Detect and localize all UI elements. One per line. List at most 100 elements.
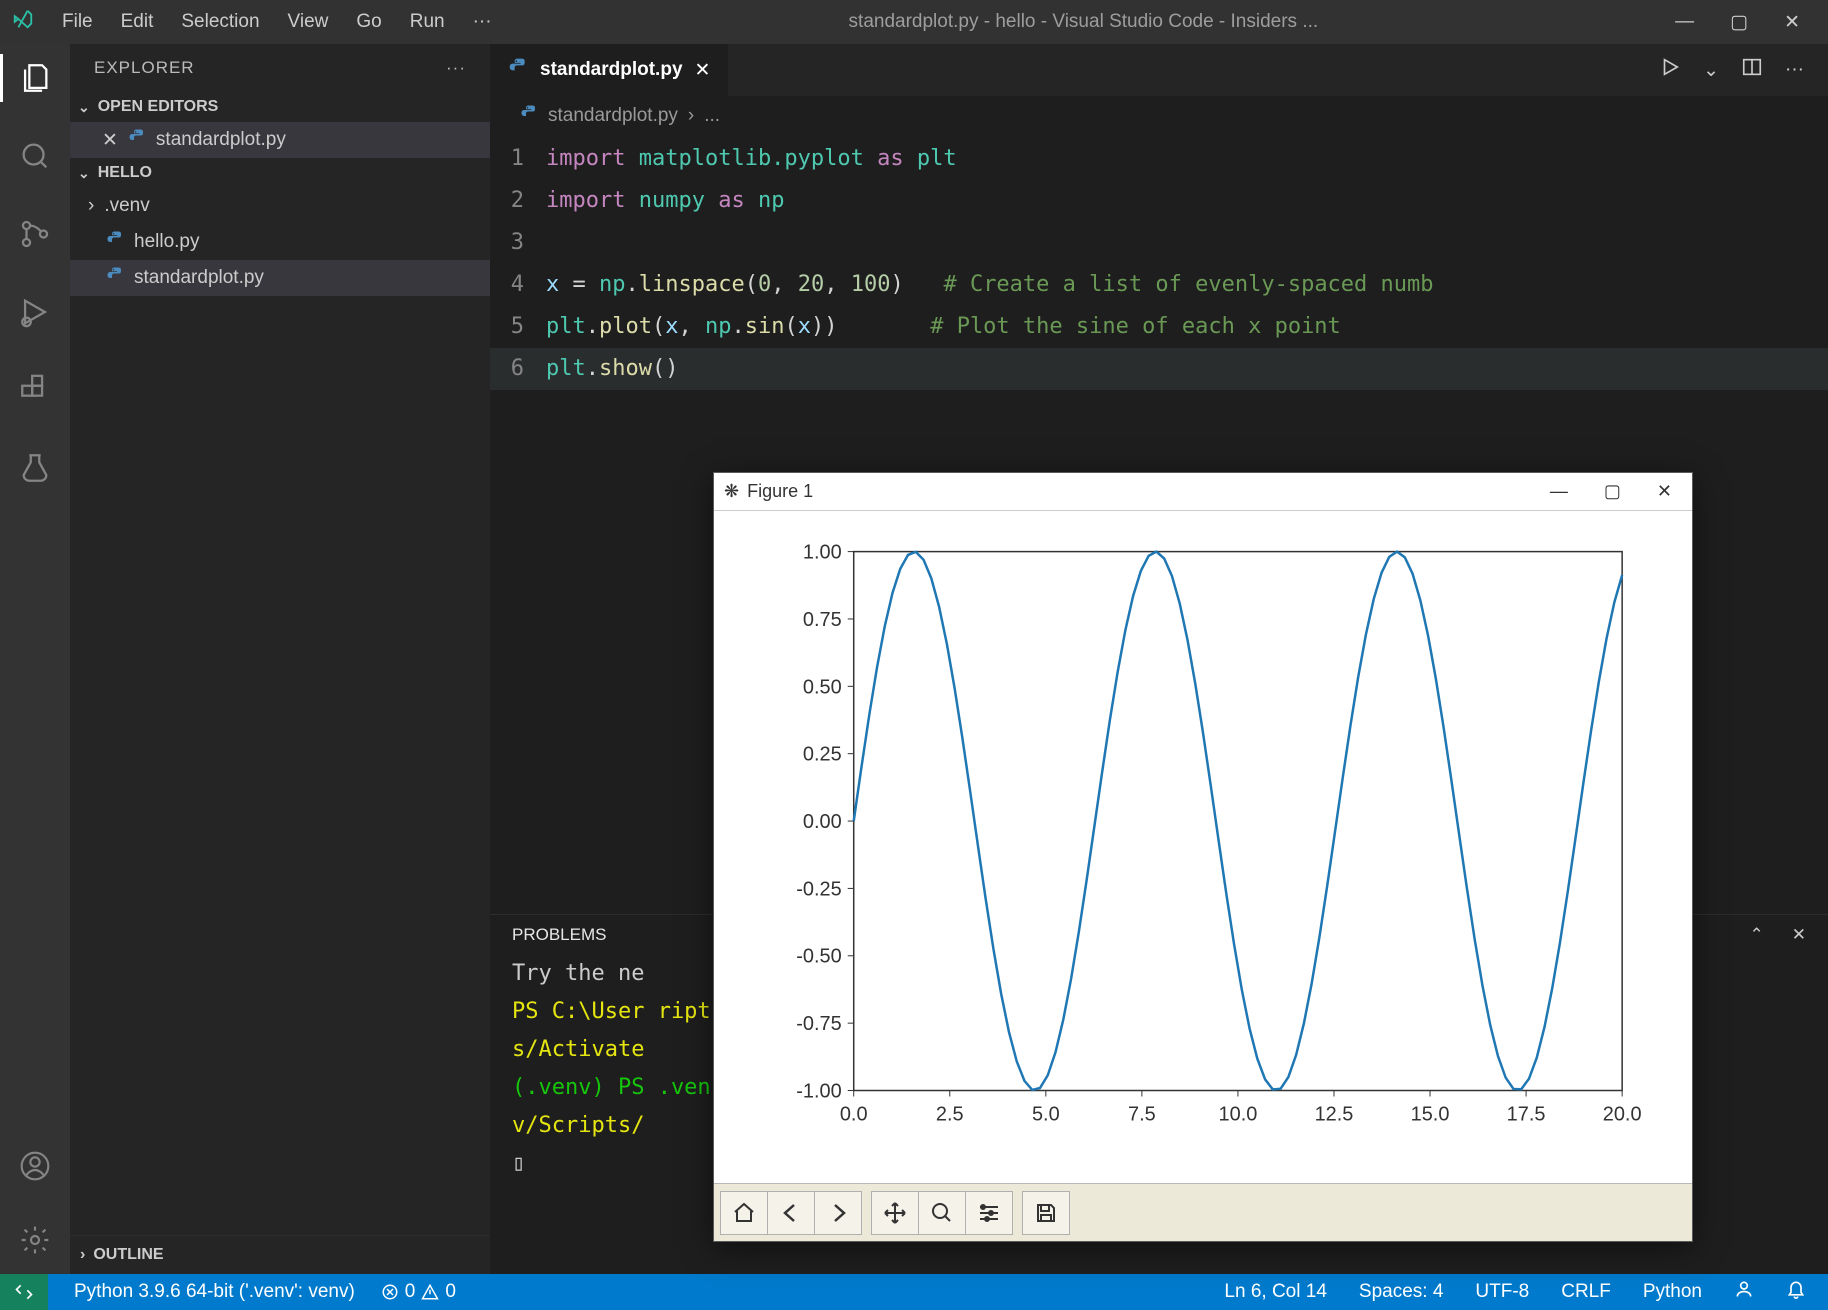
menu-run[interactable]: Run: [410, 11, 445, 33]
status-bar: Python 3.9.6 64-bit ('.venv': venv) 0 0 …: [0, 1274, 1828, 1310]
figure-title-bar[interactable]: ❋ Figure 1 — ▢ ✕: [714, 473, 1692, 511]
matplotlib-figure-window[interactable]: ❋ Figure 1 — ▢ ✕ -1.00-0.75-0.50-0.250.0…: [713, 472, 1693, 1242]
activity-accounts[interactable]: [19, 1142, 51, 1190]
python-file-icon: [520, 104, 538, 128]
line-number: 4: [490, 264, 546, 306]
status-cursor[interactable]: Ln 6, Col 14: [1224, 1281, 1326, 1303]
open-editors-header[interactable]: ⌄ OPEN EDITORS: [70, 92, 490, 122]
close-icon[interactable]: ✕: [1784, 11, 1800, 34]
svg-text:5.0: 5.0: [1032, 1103, 1060, 1125]
explorer-more-icon[interactable]: ···: [446, 58, 466, 78]
activity-search[interactable]: [0, 132, 70, 180]
maximize-icon[interactable]: ▢: [1730, 11, 1748, 34]
activity-source-control[interactable]: [0, 210, 70, 258]
chevron-down-icon: ⌄: [78, 165, 90, 182]
status-feedback-icon[interactable]: [1734, 1279, 1754, 1305]
tab-label: standardplot.py: [540, 59, 683, 81]
file-name: standardplot.py: [134, 267, 264, 289]
activity-extensions[interactable]: [0, 366, 70, 414]
python-file-icon: [106, 266, 124, 290]
breadcrumb-file: standardplot.py: [548, 105, 678, 127]
line-number: 3: [490, 222, 546, 264]
chevron-down-icon[interactable]: ⌄: [1703, 59, 1719, 82]
svg-text:-1.00: -1.00: [796, 1080, 841, 1102]
mpl-back-icon[interactable]: [767, 1191, 815, 1235]
menu-···[interactable]: ···: [473, 11, 492, 33]
activity-run-debug[interactable]: [0, 288, 70, 336]
folder-label: HELLO: [98, 164, 152, 182]
code-line[interactable]: 6plt.show(): [490, 348, 1828, 390]
menu-go[interactable]: Go: [356, 11, 381, 33]
panel-tab-problems[interactable]: PROBLEMS: [512, 925, 606, 945]
python-file-icon: [128, 128, 146, 152]
mpl-forward-icon[interactable]: [814, 1191, 862, 1235]
folder-header[interactable]: ⌄ HELLO: [70, 158, 490, 188]
activity-explorer[interactable]: [0, 54, 70, 102]
status-eol[interactable]: CRLF: [1561, 1281, 1611, 1303]
svg-text:0.25: 0.25: [803, 744, 842, 766]
vscode-insiders-logo-icon: [12, 8, 34, 36]
code-line[interactable]: 3: [490, 222, 1828, 264]
figure-minimize-icon[interactable]: —: [1550, 481, 1568, 502]
status-spaces[interactable]: Spaces: 4: [1359, 1281, 1444, 1303]
mpl-zoom-icon[interactable]: [918, 1191, 966, 1235]
code-line[interactable]: 2import numpy as np: [490, 180, 1828, 222]
status-encoding[interactable]: UTF-8: [1475, 1281, 1529, 1303]
chevron-right-icon: ›: [80, 1246, 85, 1264]
folder-name: .venv: [104, 195, 149, 217]
svg-text:0.75: 0.75: [803, 609, 842, 631]
activity-settings[interactable]: [19, 1216, 51, 1264]
status-bell-icon[interactable]: [1786, 1279, 1806, 1305]
mpl-pan-icon[interactable]: [871, 1191, 919, 1235]
outline-header[interactable]: › OUTLINE: [70, 1235, 490, 1274]
code-line[interactable]: 4x = np.linspace(0, 20, 100) # Create a …: [490, 264, 1828, 306]
python-file-icon: [508, 57, 528, 83]
figure-maximize-icon[interactable]: ▢: [1604, 481, 1621, 502]
status-problems[interactable]: 0 0: [381, 1281, 456, 1303]
mpl-save-icon[interactable]: [1022, 1191, 1070, 1235]
open-editors-label: OPEN EDITORS: [98, 98, 219, 116]
explorer-title: EXPLORER: [94, 58, 195, 78]
panel-maximize-icon[interactable]: ⌃: [1750, 925, 1764, 945]
editor-more-icon[interactable]: ···: [1785, 59, 1804, 81]
tab-standardplot[interactable]: standardplot.py ✕: [490, 44, 729, 96]
menu-file[interactable]: File: [62, 11, 93, 33]
svg-text:0.50: 0.50: [803, 676, 842, 698]
close-icon[interactable]: ✕: [102, 129, 118, 152]
panel-close-icon[interactable]: ✕: [1792, 925, 1806, 945]
figure-close-icon[interactable]: ✕: [1657, 481, 1672, 502]
svg-text:0.00: 0.00: [803, 811, 842, 833]
code-line[interactable]: 5plt.plot(x, np.sin(x)) # Plot the sine …: [490, 306, 1828, 348]
menu-edit[interactable]: Edit: [121, 11, 154, 33]
menu-selection[interactable]: Selection: [181, 11, 259, 33]
window-controls: — ▢ ✕: [1675, 11, 1816, 34]
status-interpreter[interactable]: Python 3.9.6 64-bit ('.venv': venv): [74, 1281, 355, 1303]
tree-item[interactable]: hello.py: [70, 224, 490, 260]
tree-item[interactable]: standardplot.py: [70, 260, 490, 296]
activity-bar: [0, 44, 70, 1274]
activity-testing[interactable]: [0, 444, 70, 492]
mpl-subplots-icon[interactable]: [965, 1191, 1013, 1235]
svg-text:-0.75: -0.75: [796, 1013, 841, 1035]
status-lang[interactable]: Python: [1643, 1281, 1702, 1303]
svg-text:17.5: 17.5: [1507, 1103, 1546, 1125]
figure-canvas: -1.00-0.75-0.50-0.250.000.250.500.751.00…: [714, 511, 1692, 1183]
code-line[interactable]: 1import matplotlib.pyplot as plt: [490, 138, 1828, 180]
tab-close-icon[interactable]: ✕: [695, 59, 711, 82]
line-number: 6: [490, 348, 546, 390]
run-file-icon[interactable]: [1659, 56, 1681, 84]
mpl-home-icon[interactable]: [720, 1191, 768, 1235]
split-editor-icon[interactable]: [1741, 56, 1763, 84]
svg-text:0.0: 0.0: [840, 1103, 868, 1125]
explorer-sidebar: EXPLORER ··· ⌄ OPEN EDITORS ✕ standardpl…: [70, 44, 490, 1274]
figure-app-icon: ❋: [724, 481, 739, 502]
tree-item[interactable]: ›.venv: [70, 188, 490, 224]
remote-indicator[interactable]: [0, 1274, 48, 1310]
open-editor-item[interactable]: ✕ standardplot.py: [70, 122, 490, 158]
figure-toolbar: [714, 1183, 1692, 1241]
breadcrumb[interactable]: standardplot.py › ...: [490, 96, 1828, 136]
minimize-icon[interactable]: —: [1675, 11, 1694, 34]
outline-label: OUTLINE: [93, 1246, 163, 1264]
svg-text:10.0: 10.0: [1219, 1103, 1258, 1125]
menu-view[interactable]: View: [288, 11, 329, 33]
